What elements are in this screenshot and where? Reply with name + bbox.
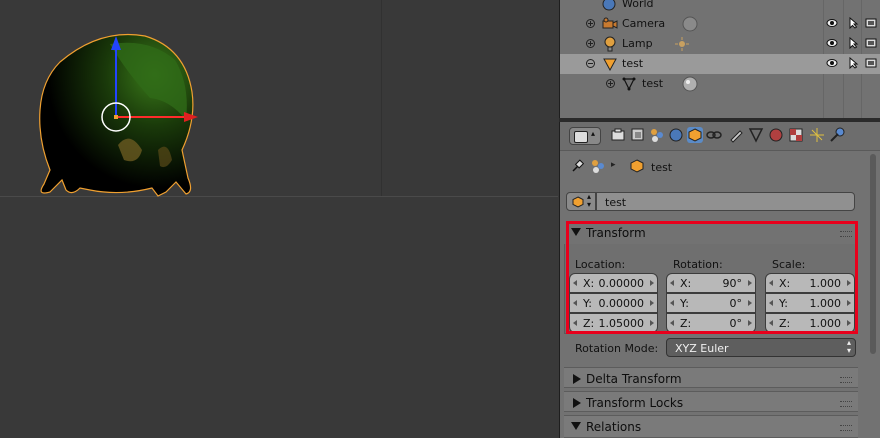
rotation-mode-label: Rotation Mode:	[575, 342, 659, 355]
texture-icon[interactable]	[788, 127, 804, 143]
mesh-object-icon	[603, 58, 617, 71]
outliner-row-test[interactable]: test	[560, 54, 880, 74]
data-icon[interactable]	[748, 127, 764, 143]
cursor-icon[interactable]	[847, 17, 859, 29]
render-icon[interactable]	[610, 127, 626, 143]
panel-title: Relations	[586, 420, 642, 434]
object-icon	[630, 159, 644, 173]
drag-grip-icon[interactable]	[840, 401, 852, 407]
outliner-label: Lamp	[622, 37, 653, 50]
outliner-row-lamp[interactable]: Lamp	[560, 34, 880, 54]
editor-type-menu[interactable]: ▴	[569, 127, 601, 145]
material-icon[interactable]	[768, 127, 784, 143]
updown-arrows-icon: ▴	[591, 129, 596, 138]
object-name-value: test	[605, 196, 627, 209]
render-toggle-icon[interactable]	[865, 17, 877, 29]
particles-icon[interactable]	[809, 127, 825, 143]
camera-icon	[602, 17, 618, 29]
outliner-label: test	[622, 57, 644, 70]
outliner-label: Camera	[622, 17, 666, 30]
updown-arrows-icon: ▴ ▾	[846, 338, 851, 355]
transform-locks-panel-header[interactable]: Transform Locks	[564, 391, 858, 412]
collapse-triangle-icon	[571, 422, 581, 430]
updown-arrows-icon: ▴ ▾	[587, 192, 592, 209]
collapse-icon[interactable]	[586, 59, 595, 68]
eye-icon[interactable]	[826, 37, 838, 49]
pin-icon[interactable]	[570, 159, 584, 173]
scene-icon[interactable]	[649, 127, 665, 143]
world-icon[interactable]	[668, 127, 684, 143]
physics-icon[interactable]	[829, 127, 845, 143]
outliner-row-test-mesh[interactable]: test	[560, 74, 880, 94]
rotation-mode-dropdown[interactable]: XYZ Euler ▴ ▾	[666, 338, 856, 357]
object-icon[interactable]	[687, 127, 703, 143]
constraints-icon[interactable]	[706, 127, 722, 143]
drag-grip-icon[interactable]	[840, 377, 852, 383]
camera-data-icon[interactable]	[682, 16, 698, 32]
expand-triangle-icon	[573, 398, 581, 408]
outliner-row-world[interactable]: World	[560, 0, 880, 14]
outliner-row-camera[interactable]: Camera	[560, 14, 880, 34]
breadcrumb-object-name: test	[651, 161, 673, 174]
relations-panel-header[interactable]: Relations	[564, 415, 858, 438]
eye-icon[interactable]	[826, 57, 838, 69]
panel-title: Delta Transform	[586, 372, 682, 386]
outliner-label: World	[622, 0, 654, 10]
transform-highlight-box	[566, 221, 858, 334]
outliner-label: test	[642, 77, 664, 90]
modifiers-icon[interactable]	[728, 127, 744, 143]
cursor-icon[interactable]	[847, 37, 859, 49]
properties-tab-bar: ▴	[560, 122, 880, 151]
viewport-canvas	[39, 33, 198, 197]
object-name-field[interactable]: test	[596, 192, 855, 211]
scene-icon	[592, 160, 604, 173]
panel-title: Transform Locks	[586, 396, 684, 410]
outliner[interactable]: World Camera Lamp test test	[559, 0, 880, 118]
breadcrumb-arrow-icon: ▸	[611, 160, 616, 170]
render-toggle-icon[interactable]	[865, 57, 877, 69]
material-icon[interactable]	[682, 76, 698, 92]
cursor-icon[interactable]	[847, 57, 859, 69]
world-icon	[602, 0, 616, 11]
expand-icon[interactable]	[586, 39, 595, 48]
rotation-mode-value: XYZ Euler	[675, 342, 729, 355]
render-layers-icon[interactable]	[630, 127, 646, 143]
object-icon	[572, 196, 584, 208]
expand-icon[interactable]	[586, 19, 595, 28]
expand-triangle-icon	[573, 374, 581, 384]
lamp-icon	[604, 36, 616, 52]
object-browse-button[interactable]: ▴ ▾	[566, 192, 596, 211]
mesh-data-icon	[622, 77, 636, 91]
properties-editor-icon	[574, 131, 588, 143]
eye-icon[interactable]	[826, 17, 838, 29]
3d-viewport[interactable]	[0, 0, 558, 438]
properties-scrollbar[interactable]	[870, 154, 876, 354]
expand-icon[interactable]	[606, 79, 615, 88]
render-toggle-icon[interactable]	[865, 37, 877, 49]
lamp-data-icon[interactable]	[674, 36, 690, 52]
drag-grip-icon[interactable]	[840, 425, 852, 431]
delta-transform-panel-header[interactable]: Delta Transform	[564, 367, 858, 388]
